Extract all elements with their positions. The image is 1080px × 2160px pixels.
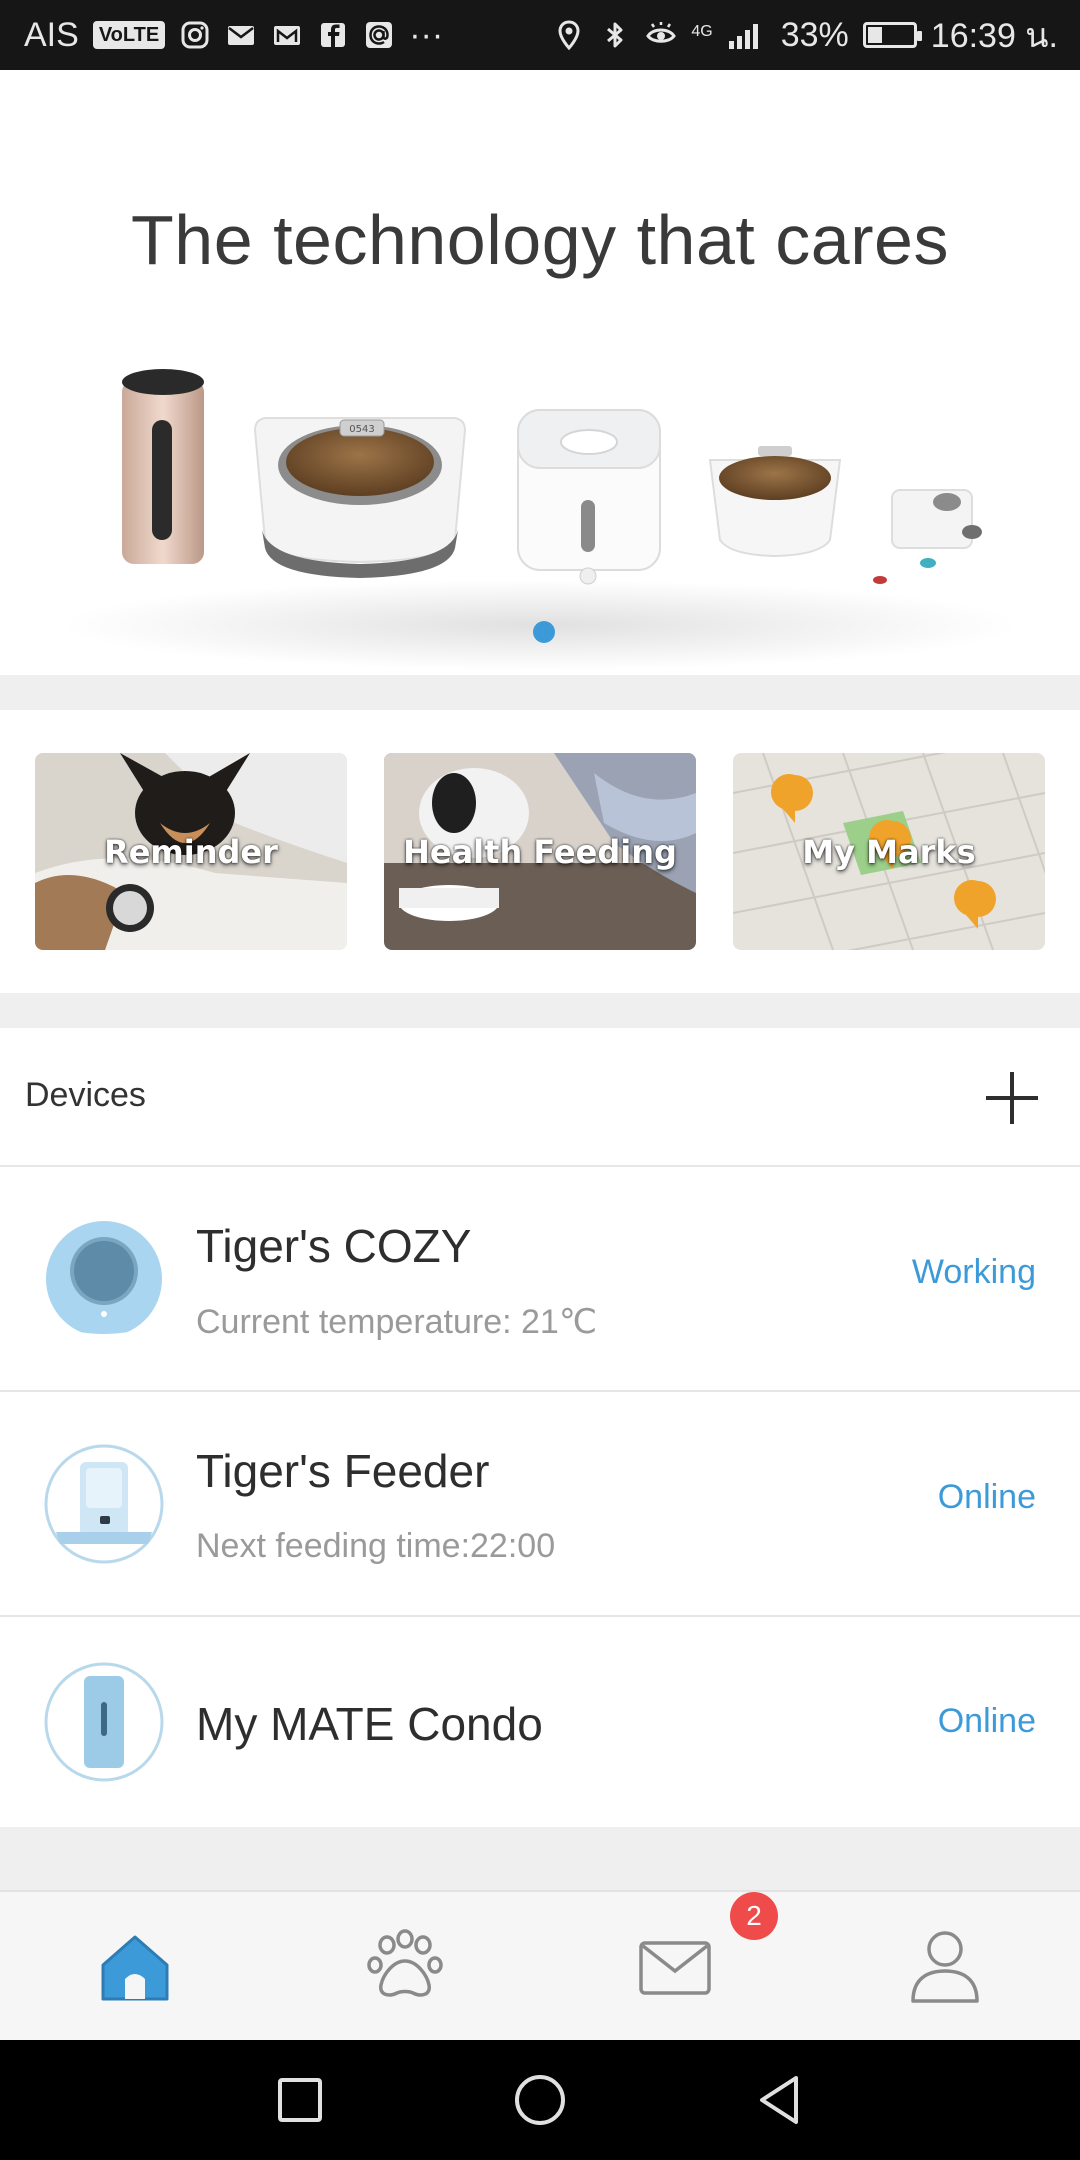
tab-home[interactable] bbox=[90, 1927, 180, 2007]
tab-messages[interactable] bbox=[630, 1927, 720, 2007]
product-small-bowl bbox=[708, 446, 842, 558]
feeder-device-icon bbox=[44, 1444, 164, 1564]
device-row-feeder[interactable]: Tiger's Feeder Next feeding time:22:00 O… bbox=[0, 1392, 1080, 1617]
tab-profile[interactable] bbox=[900, 1927, 990, 2007]
device-name: Tiger's COZY bbox=[196, 1220, 472, 1272]
status-bar-left: AIS VoLTE ··· bbox=[0, 16, 443, 55]
health-feeding-card[interactable]: Health Feeding bbox=[384, 753, 696, 950]
svg-text:0543: 0543 bbox=[349, 424, 374, 435]
add-device-button[interactable] bbox=[984, 1070, 1040, 1126]
mail-icon bbox=[639, 1941, 711, 1995]
facebook-icon bbox=[321, 23, 346, 47]
device-status: Online bbox=[937, 1478, 1036, 1516]
tab-pets[interactable] bbox=[360, 1927, 450, 2007]
my-marks-card-label: My Marks bbox=[802, 832, 976, 871]
message-badge: 2 bbox=[730, 1892, 778, 1940]
health-feeding-card-label: Health Feeding bbox=[403, 832, 677, 871]
device-name: Tiger's Feeder bbox=[196, 1445, 490, 1497]
eye-comfort-icon bbox=[646, 22, 677, 43]
instagram-icon bbox=[181, 21, 209, 49]
product-smart-bowl: 0543 bbox=[253, 417, 467, 578]
network-type-label: 4G bbox=[691, 23, 713, 40]
condo-device-icon bbox=[44, 1662, 164, 1782]
status-bar-right: 4G 33% 16:39 น. bbox=[553, 8, 1080, 62]
reminder-card[interactable]: Reminder bbox=[35, 753, 347, 950]
bluetooth-icon bbox=[607, 22, 623, 48]
device-detail: Next feeding time:22:00 bbox=[196, 1527, 556, 1565]
battery-percent: 33% bbox=[780, 15, 849, 54]
device-name: My MATE Condo bbox=[196, 1698, 543, 1750]
device-detail: Current temperature: 21℃ bbox=[196, 1303, 598, 1341]
signal-icon bbox=[728, 24, 758, 49]
cozy-device-icon bbox=[46, 1221, 162, 1339]
mail-notification-icon bbox=[228, 26, 255, 45]
bottom-tab-bar: 2 bbox=[0, 1890, 1080, 2040]
product-cylinder bbox=[122, 369, 204, 564]
product-tracker bbox=[873, 489, 982, 584]
home-icon bbox=[101, 1935, 169, 2001]
device-row-mate-condo[interactable]: My MATE Condo Online bbox=[0, 1617, 1080, 1827]
device-row-cozy[interactable]: Tiger's COZY Current temperature: 21℃ Wo… bbox=[0, 1167, 1080, 1392]
device-status: Working bbox=[911, 1253, 1036, 1291]
feature-cards: Reminder Health Feeding My Marks bbox=[0, 710, 1080, 993]
clock: 16:39 น. bbox=[930, 17, 1058, 55]
recents-button[interactable] bbox=[270, 2070, 330, 2130]
device-status: Online bbox=[937, 1702, 1036, 1740]
volte-badge: VoLTE bbox=[92, 21, 166, 49]
hero-banner[interactable]: The technology that cares 0543 bbox=[0, 70, 1080, 675]
section-divider bbox=[0, 993, 1080, 1028]
devices-header: Devices bbox=[0, 1028, 1080, 1167]
profile-icon bbox=[911, 1931, 979, 2003]
at-sign-icon bbox=[366, 22, 393, 48]
paw-icon bbox=[367, 1929, 443, 1997]
carrier-label: AIS bbox=[24, 15, 79, 54]
battery-icon bbox=[862, 22, 922, 48]
system-navigation-bar bbox=[0, 2040, 1080, 2160]
location-icon bbox=[558, 20, 580, 51]
carousel-page-indicator[interactable] bbox=[533, 621, 555, 643]
home-button[interactable] bbox=[510, 2070, 570, 2130]
hero-title: The technology that cares bbox=[131, 201, 949, 279]
back-button[interactable] bbox=[750, 2070, 810, 2130]
section-divider bbox=[0, 675, 1080, 710]
battery-level-fill bbox=[867, 27, 883, 43]
more-notifications-indicator: ··· bbox=[409, 15, 444, 54]
gmail-icon bbox=[274, 26, 301, 45]
devices-title: Devices bbox=[25, 1076, 146, 1114]
status-bar: AIS VoLTE ··· 4G 33% 16:39 น. bbox=[0, 0, 1080, 70]
content-bottom-spacer bbox=[0, 1827, 1080, 1890]
my-marks-card[interactable]: My Marks bbox=[733, 753, 1045, 950]
product-water-fountain bbox=[517, 409, 661, 585]
reminder-card-label: Reminder bbox=[104, 832, 278, 871]
